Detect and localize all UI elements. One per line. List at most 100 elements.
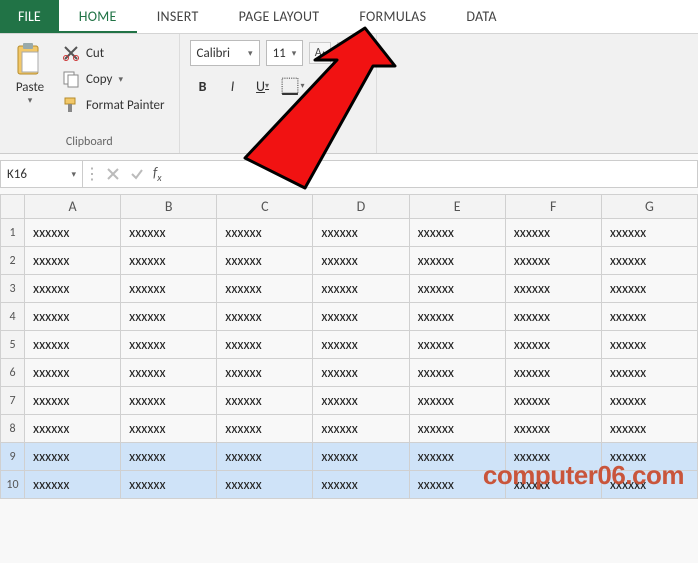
cell[interactable]: xxxxxx [313, 415, 409, 443]
cell[interactable]: xxxxxx [601, 443, 697, 471]
cell[interactable]: xxxxxx [505, 303, 601, 331]
cell[interactable]: xxxxxx [505, 443, 601, 471]
column-header[interactable]: E [409, 195, 505, 219]
cell[interactable]: xxxxxx [217, 275, 313, 303]
row-header[interactable]: 7 [1, 387, 25, 415]
select-all-corner[interactable] [1, 195, 25, 219]
cell[interactable]: xxxxxx [25, 471, 121, 499]
cell[interactable]: xxxxxx [121, 387, 217, 415]
row-header[interactable]: 1 [1, 219, 25, 247]
cell[interactable]: xxxxxx [409, 275, 505, 303]
italic-button[interactable]: I [220, 74, 246, 98]
cell[interactable]: xxxxxx [313, 359, 409, 387]
column-header[interactable]: C [217, 195, 313, 219]
underline-button[interactable]: U ▾ [250, 74, 276, 98]
cell[interactable]: xxxxxx [601, 387, 697, 415]
fx-button[interactable]: fx [149, 164, 166, 184]
cell[interactable]: xxxxxx [25, 443, 121, 471]
cell[interactable]: xxxxxx [409, 219, 505, 247]
cell[interactable]: xxxxxx [217, 359, 313, 387]
row-header[interactable]: 2 [1, 247, 25, 275]
cell[interactable]: xxxxxx [409, 387, 505, 415]
cell[interactable]: xxxxxx [313, 387, 409, 415]
cell[interactable]: xxxxxx [217, 219, 313, 247]
cell[interactable]: xxxxxx [217, 443, 313, 471]
column-header[interactable]: A [25, 195, 121, 219]
cell[interactable]: xxxxxx [313, 331, 409, 359]
cell[interactable]: xxxxxx [505, 387, 601, 415]
tab-home[interactable]: HOME [59, 0, 137, 33]
cell[interactable]: xxxxxx [25, 247, 121, 275]
cell[interactable]: xxxxxx [601, 275, 697, 303]
cell[interactable]: xxxxxx [505, 219, 601, 247]
grow-font-button[interactable]: A▴ [309, 42, 331, 64]
cell[interactable]: xxxxxx [505, 415, 601, 443]
cell[interactable]: xxxxxx [25, 219, 121, 247]
cell[interactable]: xxxxxx [409, 443, 505, 471]
file-tab[interactable]: FILE [0, 0, 59, 33]
row-header[interactable]: 5 [1, 331, 25, 359]
cell[interactable]: xxxxxx [121, 275, 217, 303]
cell[interactable]: xxxxxx [505, 359, 601, 387]
cell[interactable]: xxxxxx [25, 331, 121, 359]
cut-button[interactable]: Cut [58, 42, 169, 64]
cell[interactable]: xxxxxx [505, 471, 601, 499]
cell[interactable]: xxxxxx [601, 247, 697, 275]
cell[interactable]: xxxxxx [121, 359, 217, 387]
copy-button[interactable]: Copy ▾ [58, 68, 169, 90]
font-size-combo[interactable]: 11 ▾ [266, 40, 304, 66]
row-header[interactable]: 3 [1, 275, 25, 303]
cell[interactable]: xxxxxx [217, 471, 313, 499]
cell[interactable]: xxxxxx [217, 387, 313, 415]
cell[interactable]: xxxxxx [313, 247, 409, 275]
paste-button[interactable]: Paste ▾ [10, 40, 50, 116]
cell[interactable]: xxxxxx [601, 359, 697, 387]
column-header[interactable]: D [313, 195, 409, 219]
cell[interactable]: xxxxxx [121, 247, 217, 275]
cell[interactable]: xxxxxx [121, 303, 217, 331]
cell[interactable]: xxxxxx [505, 275, 601, 303]
cell[interactable]: xxxxxx [409, 303, 505, 331]
cell[interactable]: xxxxxx [25, 387, 121, 415]
font-color-button[interactable]: A▾ [340, 74, 366, 98]
cell[interactable]: xxxxxx [121, 331, 217, 359]
row-header[interactable]: 4 [1, 303, 25, 331]
cell[interactable]: xxxxxx [121, 415, 217, 443]
tab-data[interactable]: DATA [446, 0, 516, 33]
font-name-combo[interactable]: Calibri ▾ [190, 40, 260, 66]
cell[interactable]: xxxxxx [505, 247, 601, 275]
name-box[interactable]: K16 ▾ [1, 161, 83, 187]
cell[interactable]: xxxxxx [217, 247, 313, 275]
cell[interactable]: xxxxxx [409, 359, 505, 387]
shrink-font-button[interactable]: A▾ [337, 42, 359, 64]
enter-formula-button[interactable] [125, 161, 149, 187]
cell[interactable]: xxxxxx [313, 303, 409, 331]
cell[interactable]: xxxxxx [505, 331, 601, 359]
column-header[interactable]: F [505, 195, 601, 219]
cell[interactable]: xxxxxx [313, 219, 409, 247]
cell[interactable]: xxxxxx [217, 303, 313, 331]
bold-button[interactable]: B [190, 74, 216, 98]
cell[interactable]: xxxxxx [601, 331, 697, 359]
cell[interactable]: xxxxxx [25, 415, 121, 443]
cell[interactable]: xxxxxx [25, 275, 121, 303]
cell[interactable]: xxxxxx [601, 415, 697, 443]
cell[interactable]: xxxxxx [25, 359, 121, 387]
row-header[interactable]: 8 [1, 415, 25, 443]
cell[interactable]: xxxxxx [217, 415, 313, 443]
tab-page-layout[interactable]: PAGE LAYOUT [219, 0, 340, 33]
format-painter-button[interactable]: Format Painter [58, 94, 169, 116]
border-button[interactable]: ▾ [280, 74, 306, 98]
cell[interactable]: xxxxxx [25, 303, 121, 331]
tab-formulas[interactable]: FORMULAS [339, 0, 446, 33]
row-header[interactable]: 10 [1, 471, 25, 499]
cell[interactable]: xxxxxx [121, 471, 217, 499]
cell[interactable]: xxxxxx [601, 303, 697, 331]
cell[interactable]: xxxxxx [409, 331, 505, 359]
cell[interactable]: xxxxxx [121, 219, 217, 247]
column-header[interactable]: B [121, 195, 217, 219]
cell[interactable]: xxxxxx [601, 219, 697, 247]
row-header[interactable]: 9 [1, 443, 25, 471]
cell[interactable]: xxxxxx [217, 331, 313, 359]
cell[interactable]: xxxxxx [601, 471, 697, 499]
